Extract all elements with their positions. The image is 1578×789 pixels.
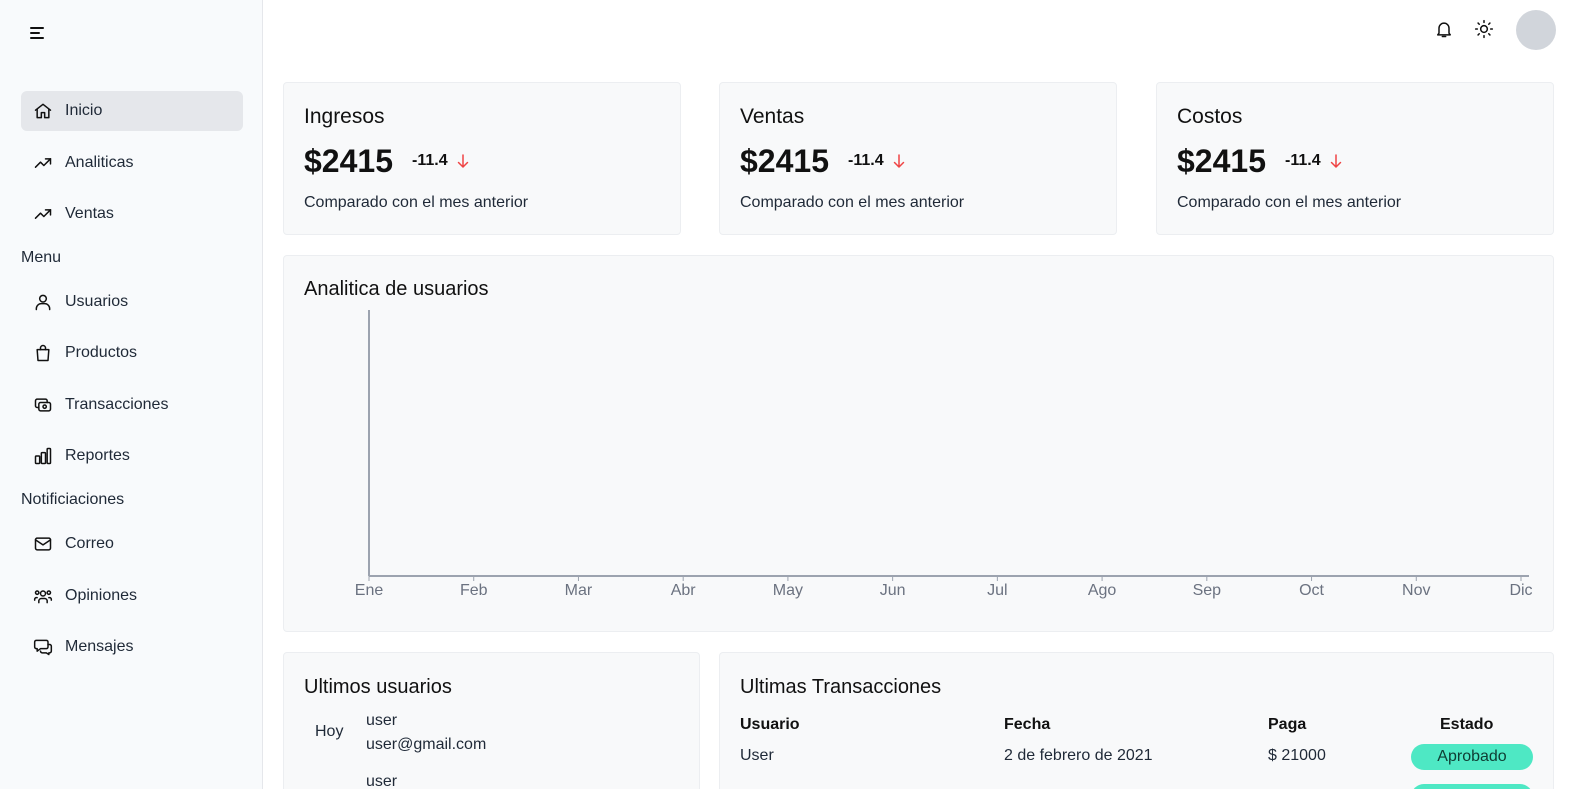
x-tick-label: Feb (460, 582, 488, 599)
user-when: Hoy (315, 723, 344, 740)
stat-change-value: -11.4 (412, 152, 448, 169)
sidebar-item-mensajes[interactable]: Mensajes (21, 627, 243, 667)
cell-date: 2 de febrero de 2021 (1004, 747, 1153, 764)
user-analytics-card: Analitica de usuarios Ene Feb Mar Abr May Jun… (283, 255, 1554, 632)
menu-toggle-icon[interactable] (30, 25, 48, 41)
sidebar-item-correo[interactable]: Correo (21, 524, 243, 564)
stat-value: $2415 (1177, 143, 1266, 179)
user-name: user (366, 773, 398, 789)
column-header-usuario: Usuario (740, 716, 800, 733)
arrow-down-icon (457, 154, 468, 168)
sidebar-item-label: Mensajes (65, 638, 134, 655)
x-tick-label: Ene (355, 582, 384, 599)
sidebar: Inicio Analiticas Ventas Menu Usuarios P… (0, 0, 263, 789)
stat-title: Ventas (740, 105, 805, 128)
cell-user: User (740, 747, 774, 764)
arrow-down-icon (1330, 154, 1341, 168)
user-analytics-chart: Ene Feb Mar Abr May Jun Jul Ago Sep Oct Nov Dic (355, 310, 1533, 599)
stat-subtitle: Comparado con el mes anterior (1177, 194, 1402, 211)
stat-subtitle: Comparado con el mes anterior (304, 194, 529, 211)
cash-icon (32, 394, 54, 416)
x-tick-label: Mar (565, 582, 593, 599)
latest-transactions-title: Ultimas Transacciones (740, 676, 942, 698)
shopping-bag-icon (32, 342, 54, 364)
users-group-icon (32, 585, 54, 607)
sidebar-item-opiniones[interactable]: Opiniones (21, 576, 243, 616)
sidebar-item-label: Reportes (65, 447, 130, 464)
arrow-down-icon (893, 154, 904, 168)
cell-amount: $ 21000 (1268, 747, 1326, 764)
sidebar-item-ventas[interactable]: Ventas (21, 194, 243, 234)
user-icon (32, 291, 54, 313)
stat-card-ingresos: Ingresos $2415 -11.4 Comparado con el me… (283, 82, 681, 235)
sidebar-item-label: Analiticas (65, 154, 134, 171)
x-tick-label: Sep (1193, 582, 1222, 599)
section-label-menu: Menu (21, 249, 62, 266)
latest-transactions-card: Ultimas Transacciones Usuario Fecha Paga… (719, 652, 1554, 789)
column-header-estado: Estado (1440, 716, 1494, 733)
avatar[interactable] (1516, 10, 1556, 50)
latest-users-card: Ultimos usuarios Hoy user user@gmail.com… (283, 652, 700, 789)
sidebar-item-label: Inicio (65, 102, 103, 119)
x-tick-label: Ago (1088, 582, 1117, 599)
stat-change: -11.4 (848, 152, 908, 170)
column-header-fecha: Fecha (1004, 716, 1051, 733)
stat-change-value: -11.4 (848, 152, 884, 169)
sidebar-item-inicio[interactable]: Inicio (21, 91, 243, 131)
status-badge (1411, 784, 1533, 789)
stat-subtitle: Comparado con el mes anterior (740, 194, 965, 211)
section-label-notifications: Notificiaciones (21, 491, 125, 508)
stat-change: -11.4 (412, 152, 472, 170)
x-tick-label: Abr (671, 582, 697, 599)
latest-users-title: Ultimos usuarios (304, 676, 452, 698)
stat-value: $2415 (740, 143, 829, 179)
sidebar-item-label: Ventas (65, 205, 114, 222)
x-tick-label: Jul (987, 582, 1007, 599)
x-tick-label: May (773, 582, 803, 599)
bar-chart-icon (32, 445, 54, 467)
stat-title: Costos (1177, 105, 1243, 128)
sun-icon[interactable] (1473, 18, 1495, 40)
sidebar-item-productos[interactable]: Productos (21, 333, 243, 373)
sidebar-item-label: Productos (65, 344, 138, 361)
sidebar-item-analiticas[interactable]: Analiticas (21, 143, 243, 183)
dashboard-app: Inicio Analiticas Ventas Menu Usuarios P… (0, 0, 1578, 789)
x-tick-label: Jun (880, 582, 906, 599)
stat-value: $2415 (304, 143, 393, 179)
mail-icon (32, 533, 54, 555)
home-icon (32, 100, 54, 122)
list-item[interactable]: user (366, 770, 397, 789)
status-badge: Aprobado (1411, 744, 1533, 770)
user-name: user (366, 712, 398, 729)
stat-card-costos: Costos $2415 -11.4 Comparado con el mes … (1156, 82, 1554, 235)
sidebar-item-label: Correo (65, 535, 114, 552)
sidebar-item-reportes[interactable]: Reportes (21, 436, 243, 476)
sidebar-item-label: Opiniones (65, 587, 138, 604)
x-tick-label: Dic (1509, 582, 1532, 599)
sidebar-item-label: Usuarios (65, 293, 129, 310)
user-email: user@gmail.com (366, 736, 487, 753)
x-axis-ticks: Ene Feb Mar Abr May Jun Jul Ago Sep Oct Nov Dic (355, 576, 1533, 599)
list-item[interactable]: user user@gmail.com (366, 709, 486, 757)
x-tick-label: Nov (1402, 582, 1430, 599)
stat-change-value: -11.4 (1285, 152, 1321, 169)
bell-icon[interactable] (1433, 18, 1455, 40)
stat-title: Ingresos (304, 105, 385, 128)
stat-card-ventas: Ventas $2415 -11.4 Comparado con el mes … (719, 82, 1117, 235)
sidebar-item-transacciones[interactable]: Transacciones (21, 385, 243, 425)
sidebar-item-label: Transacciones (65, 396, 169, 413)
chat-icon (32, 636, 54, 658)
x-tick-label: Oct (1299, 582, 1324, 599)
sidebar-item-usuarios[interactable]: Usuarios (21, 282, 243, 322)
trending-up-icon (32, 203, 54, 225)
trending-up-icon (32, 152, 54, 174)
column-header-paga: Paga (1268, 716, 1307, 733)
stat-change: -11.4 (1285, 152, 1345, 170)
